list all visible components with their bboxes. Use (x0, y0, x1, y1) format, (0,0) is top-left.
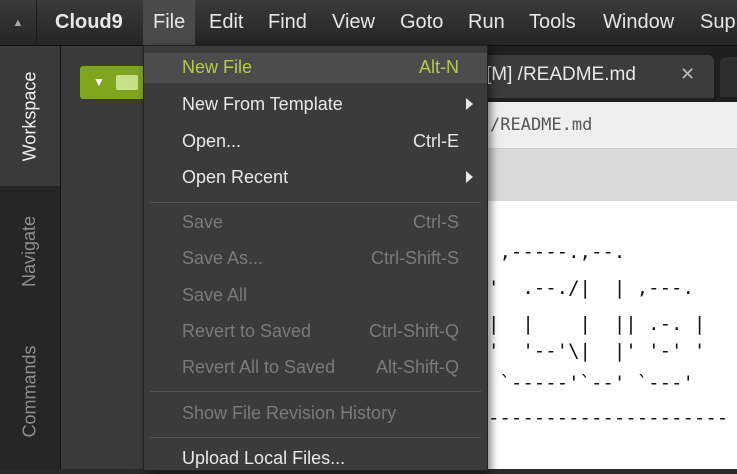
caret-up-icon: ▲ (12, 16, 24, 29)
menu-item-show-file-revision-history[interactable]: Show File Revision History (144, 399, 487, 429)
menu-run[interactable]: Run (468, 0, 505, 45)
ascii-line: ' '--'\| |' '-' ' (488, 340, 706, 362)
workspace-panel (61, 46, 151, 469)
menu-view[interactable]: View (332, 0, 375, 45)
menu-item-new-file[interactable]: New File Alt-N (144, 53, 487, 83)
ascii-line: ' .--./| | ,---. (488, 277, 694, 299)
brand-logo[interactable]: Cloud9 (55, 11, 123, 34)
menu-separator (150, 202, 481, 203)
submenu-arrow-icon (466, 98, 473, 110)
menu-separator (150, 391, 481, 392)
ascii-line: ,-----.,--. (488, 241, 626, 263)
menu-item-revert-all-to-saved[interactable]: Revert All to Saved Alt-Shift-Q (144, 353, 487, 383)
tab-title: [M] /README.md (486, 64, 636, 85)
ascii-line: | | | || .-. | (488, 313, 706, 335)
folder-icon (116, 75, 138, 90)
menu-file[interactable]: File (143, 0, 196, 45)
file-menu-dropdown: New File Alt-N New From Template Open...… (143, 45, 488, 471)
collapse-toggle[interactable]: ▲ (0, 0, 37, 45)
menu-item-revert-to-saved[interactable]: Revert to Saved Ctrl-Shift-Q (144, 317, 487, 347)
editor-tab-readme[interactable]: [M] /README.md ✕ (480, 55, 714, 98)
menu-support[interactable]: Sup (700, 0, 736, 45)
submenu-arrow-icon (466, 171, 473, 183)
menu-item-open-recent[interactable]: Open Recent (144, 163, 487, 193)
expand-arrow-icon[interactable]: ▼ (93, 75, 105, 89)
menu-separator (150, 437, 481, 438)
file-path-bar: /README.md (480, 102, 737, 149)
tab-workspace[interactable]: Workspace (0, 46, 60, 186)
editor-content[interactable]: ,-----.,--. ' .--./| | ,---. | | | || .-… (480, 201, 737, 469)
file-path: /README.md (490, 115, 593, 135)
ascii-line: --------------------- (488, 407, 729, 429)
menu-bar: ▲ Cloud9 File Edit Find View Goto Run To… (0, 0, 737, 46)
menu-tools[interactable]: Tools (529, 0, 576, 45)
tab-navigate[interactable]: Navigate (0, 186, 60, 316)
menu-item-new-from-template[interactable]: New From Template (144, 90, 487, 120)
workspace-root-folder[interactable]: ▼ (80, 66, 152, 99)
menu-item-save-all[interactable]: Save All (144, 281, 487, 311)
side-tab-bar: Workspace Navigate Commands (0, 46, 61, 469)
editor-toolbar (480, 149, 737, 201)
menu-goto[interactable]: Goto (400, 0, 443, 45)
menu-item-open[interactable]: Open... Ctrl-E (144, 127, 487, 157)
menu-item-save[interactable]: Save Ctrl-S (144, 208, 487, 238)
menu-find[interactable]: Find (268, 0, 307, 45)
ascii-line: `-----'`--' `---' (488, 372, 694, 394)
menu-item-upload-local-files[interactable]: Upload Local Files... (144, 444, 487, 474)
editor-tab-next[interactable] (720, 57, 737, 97)
close-icon[interactable]: ✕ (680, 64, 695, 85)
tab-commands[interactable]: Commands (0, 316, 60, 466)
menu-edit[interactable]: Edit (209, 0, 243, 45)
menu-window[interactable]: Window (603, 0, 674, 45)
menu-item-save-as[interactable]: Save As... Ctrl-Shift-S (144, 244, 487, 274)
